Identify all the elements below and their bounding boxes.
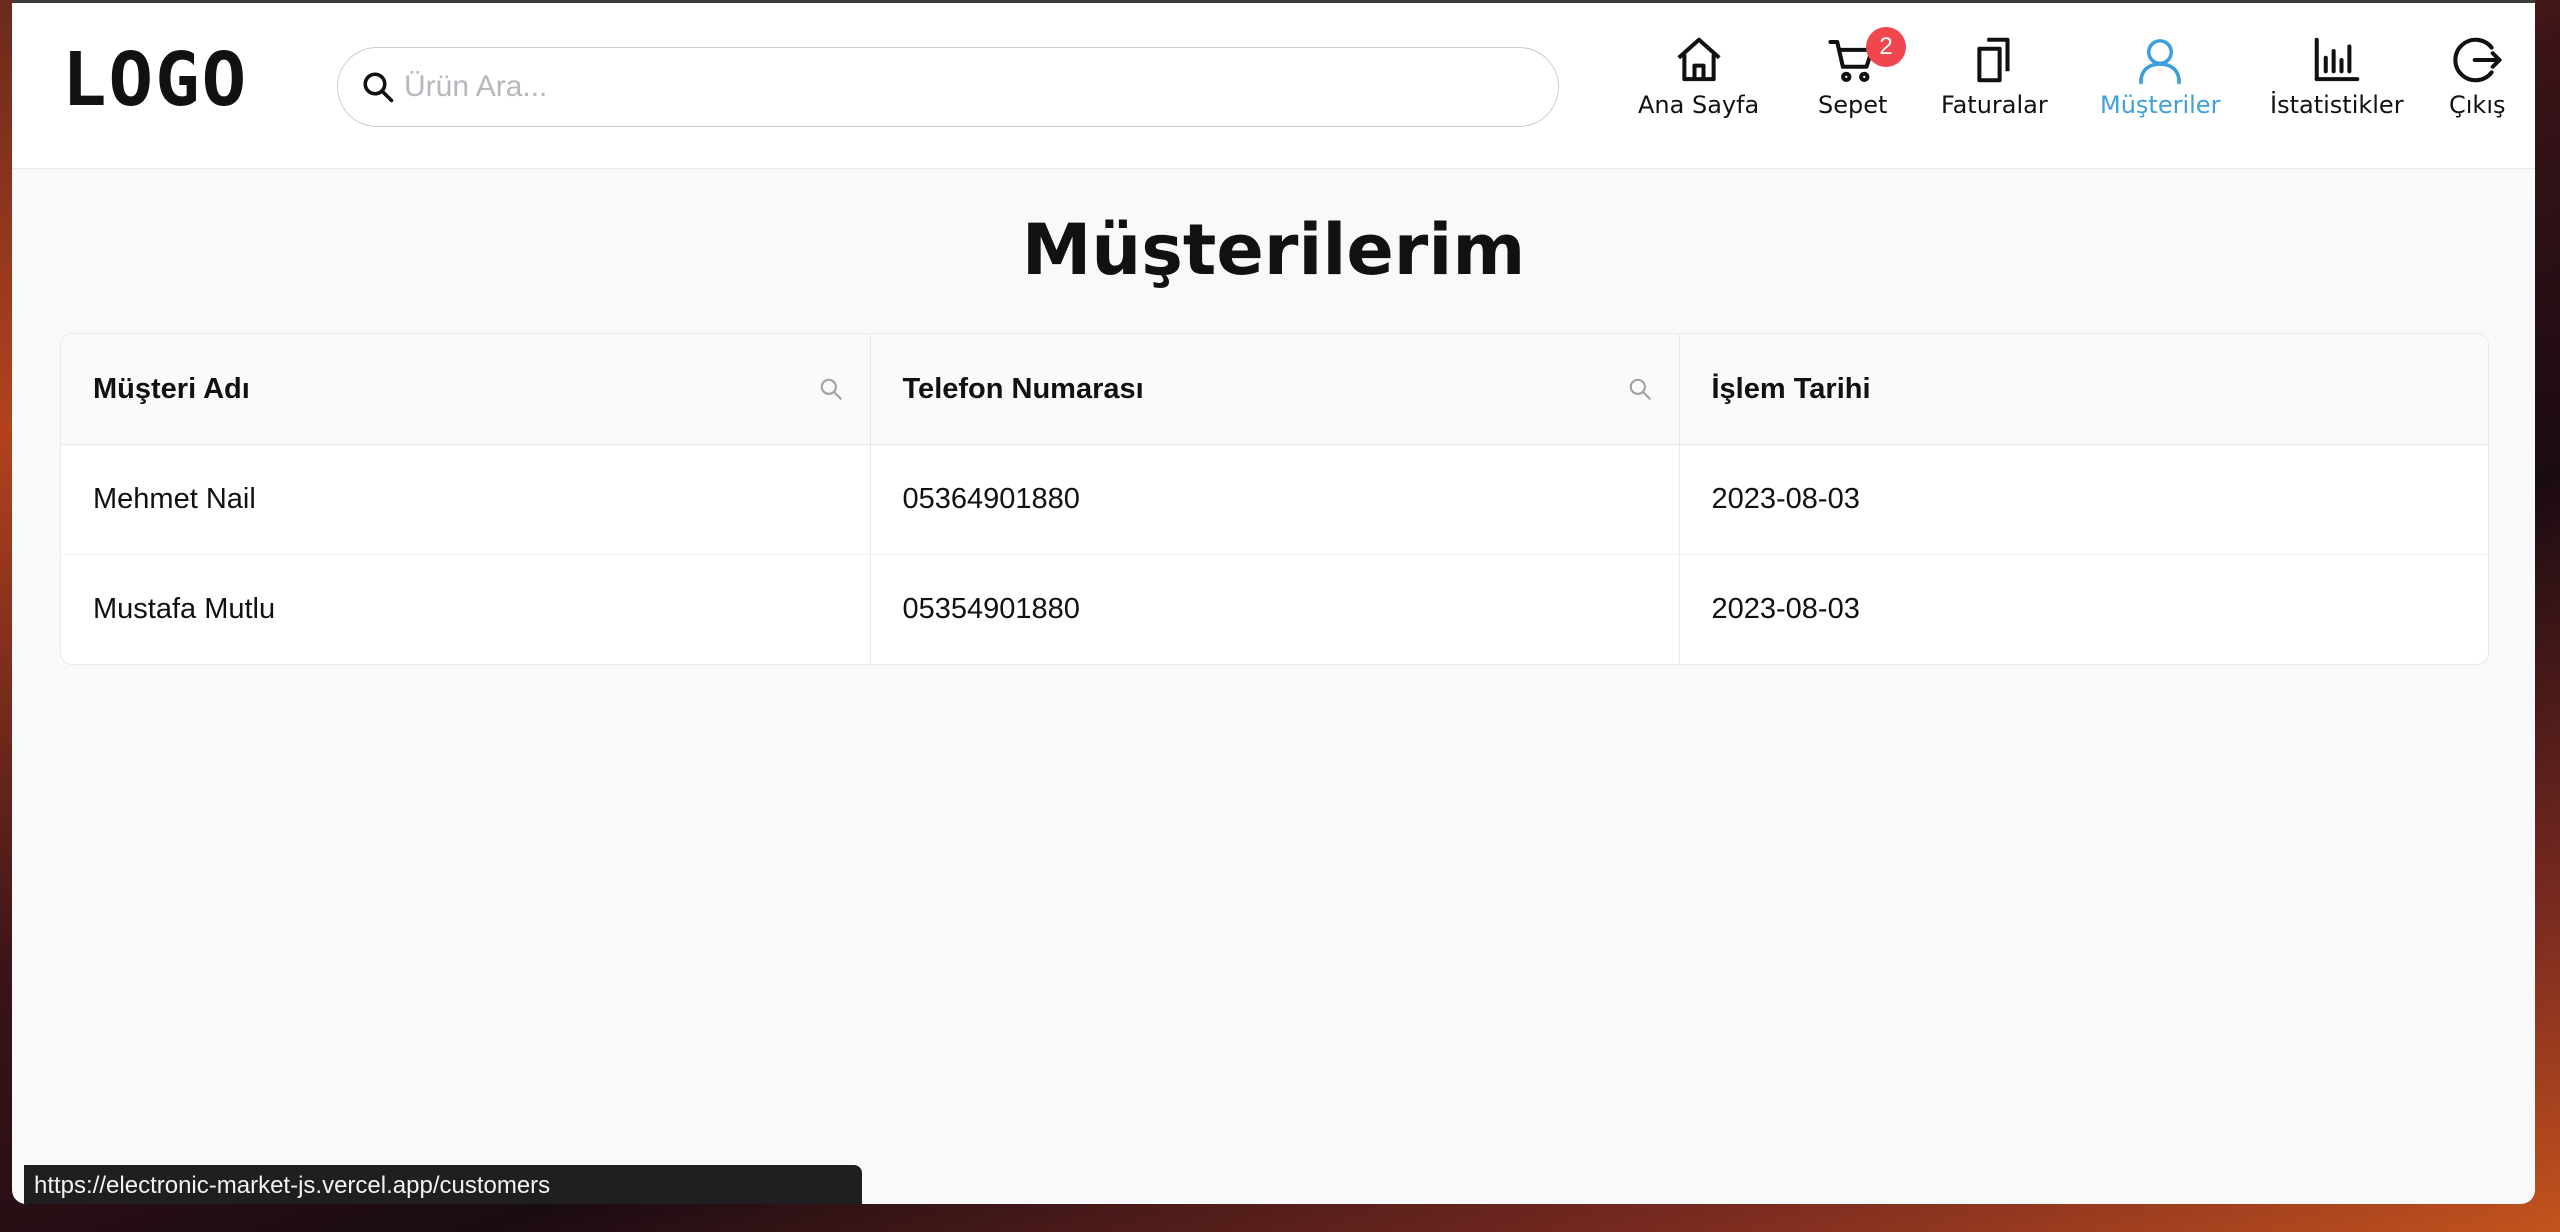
nav-label-invoices: Faturalar: [1941, 91, 2048, 119]
nav-label-home: Ana Sayfa: [1638, 91, 1760, 119]
browser-window: LOGO Ana Sayfa: [12, 0, 2535, 1204]
column-header-label: Telefon Numarası: [902, 372, 1144, 405]
cart-count-badge: 2: [1866, 27, 1906, 67]
nav-label-customers: Müşteriler: [2100, 91, 2221, 119]
cell-phone: 05364901880: [870, 444, 1680, 555]
nav-label-cart: Sepet: [1818, 91, 1888, 119]
nav-item-invoices[interactable]: Faturalar: [1941, 33, 2048, 119]
cell-customer-name: Mehmet Nail: [61, 444, 871, 555]
nav-item-cart[interactable]: 2 Sepet: [1818, 27, 1906, 119]
cell-transaction-date: 2023-08-03: [1711, 593, 1860, 625]
table-header-row: Müşteri Adı Telefon Numarası İşlem Tarih…: [61, 334, 2488, 445]
cell-phone: 05354901880: [870, 554, 1680, 664]
nav-item-home[interactable]: Ana Sayfa: [1638, 33, 1759, 119]
customers-table: Müşteri Adı Telefon Numarası İşlem Tarih…: [60, 333, 2489, 665]
logout-icon: [2453, 37, 2502, 83]
page-title: Müşterilerim: [1021, 209, 1526, 291]
search-icon[interactable]: [1627, 376, 1653, 402]
user-icon: [2139, 39, 2182, 85]
cell-transaction-date: 2023-08-03: [1679, 444, 2488, 555]
nav-item-logout[interactable]: Çıkış: [2449, 33, 2506, 119]
home-icon: [1677, 37, 1721, 82]
table-row[interactable]: Mehmet Nail 05364901880 2023-08-03: [61, 444, 2488, 555]
cell-customer-name: Mustafa Mutlu: [61, 554, 871, 664]
table-row[interactable]: Mustafa Mutlu 05354901880 2023-08-03: [61, 554, 2488, 664]
nav-label-logout: Çıkış: [2449, 91, 2506, 119]
column-header-customer-name[interactable]: Müşteri Adı: [61, 334, 871, 445]
nav-label-statistics: İstatistikler: [2270, 91, 2404, 119]
column-header-phone[interactable]: Telefon Numarası: [870, 334, 1680, 445]
main-nav: Ana Sayfa 2 Sepet Faturalar Müşteriler İ…: [12, 27, 2535, 143]
link-status-bar: https://electronic-market-js.vercel.app/…: [24, 1165, 862, 1204]
bar-chart-icon: [2314, 37, 2360, 82]
column-header-transaction-date[interactable]: İşlem Tarihi: [1679, 334, 2488, 445]
search-icon[interactable]: [818, 376, 844, 402]
top-header: LOGO Ana Sayfa: [12, 3, 2535, 169]
documents-icon: [1977, 37, 2010, 83]
nav-item-customers[interactable]: Müşteriler: [2100, 33, 2220, 119]
column-header-label: Müşteri Adı: [93, 372, 250, 405]
nav-item-statistics[interactable]: İstatistikler: [2270, 33, 2404, 119]
column-header-label: İşlem Tarihi: [1711, 372, 1871, 405]
